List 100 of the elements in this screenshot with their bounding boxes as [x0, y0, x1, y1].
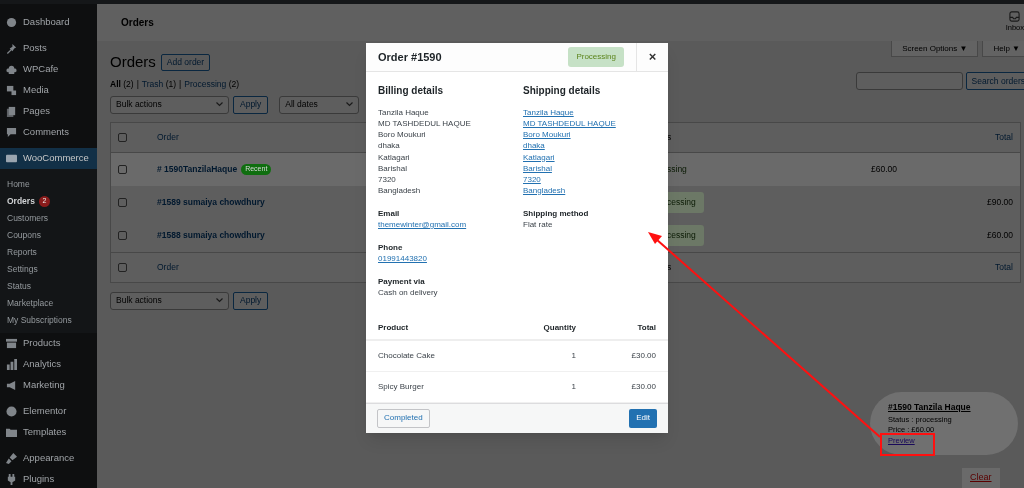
paintbrush-icon: [6, 453, 17, 464]
status-text: ssing: [667, 162, 687, 176]
address-line: 7320: [378, 173, 396, 185]
field-link[interactable]: 01991443820: [378, 252, 427, 264]
sidebar-item[interactable]: Elementor: [0, 401, 97, 422]
sidebar-item[interactable]: Pages: [0, 101, 97, 122]
submenu-item[interactable]: Orders: [7, 195, 35, 208]
total-text: £60.00: [987, 228, 1013, 242]
inbox-icon[interactable]: [1009, 11, 1021, 23]
submenu-item[interactable]: Status: [7, 280, 32, 293]
filter-link[interactable]: Processing (2): [184, 78, 240, 91]
table-cell: 1: [571, 349, 576, 362]
sidebar-item[interactable]: Media: [0, 80, 97, 101]
chevron-down-icon: [216, 102, 223, 108]
chevron-down-icon: [216, 298, 223, 304]
filter-link[interactable]: All (2): [110, 78, 134, 91]
date-filter-dropdown[interactable]: All dates: [279, 95, 360, 114]
table-cell-text: Chocolate Cake: [378, 349, 436, 362]
field-label: Shipping method: [523, 207, 589, 219]
page-heading: Orders: [110, 51, 156, 72]
submenu-item[interactable]: Home: [7, 178, 30, 191]
table-cell: £30.00: [631, 349, 656, 362]
sidebar-item[interactable]: Products: [0, 333, 97, 354]
status-badge: Processing: [568, 47, 624, 68]
close-button[interactable]: ×: [636, 43, 668, 72]
address-link[interactable]: Tanzila Haque: [523, 107, 574, 119]
archive-box-icon: [6, 338, 17, 349]
submenu-item[interactable]: Customers: [7, 212, 49, 225]
sidebar-item[interactable]: Templates: [0, 422, 97, 443]
address-link[interactable]: Katlagari: [523, 151, 555, 163]
address-line: Boro Moukuri: [378, 129, 426, 141]
address-link[interactable]: 7320: [523, 173, 541, 185]
checkbox[interactable]: [118, 262, 127, 272]
address-link[interactable]: MD TASHDEDUL HAQUE: [523, 118, 616, 130]
address-line: dhaka: [378, 140, 400, 152]
submenu-item[interactable]: Coupons: [7, 229, 42, 242]
sidebar-item[interactable]: Marketing: [0, 375, 97, 396]
bulk-actions-dropdown[interactable]: Bulk actions: [110, 291, 229, 310]
edit-button[interactable]: Edit: [629, 408, 657, 428]
field-value: Cash on delivery: [378, 286, 438, 298]
total-text: £90.00: [987, 195, 1013, 209]
section-heading: Billing details: [378, 84, 444, 99]
table-row[interactable]: cessing £90.00: [667, 185, 1020, 219]
sidebar-item[interactable]: Analytics: [0, 354, 97, 375]
address-link[interactable]: dhaka: [523, 140, 545, 152]
checkbox[interactable]: [118, 164, 127, 174]
address-line: Bangladesh: [378, 184, 421, 196]
field-label: Phone: [378, 241, 403, 253]
bulk-actions-dropdown[interactable]: Bulk actions: [110, 95, 229, 114]
sidebar-item[interactable]: Plugins: [0, 469, 97, 488]
sidebar-item[interactable]: WPCafe: [0, 59, 97, 80]
search-field[interactable]: [855, 72, 963, 90]
column-header: Total: [637, 322, 656, 335]
field-link[interactable]: themewinter@gmail.com: [378, 218, 467, 230]
screen-tab[interactable]: Screen Options ▼: [891, 41, 979, 57]
filter-link[interactable]: Trash (1): [141, 78, 176, 91]
column-header: Product: [378, 322, 410, 335]
checkbox[interactable]: [118, 132, 127, 142]
megaphone-icon: [6, 380, 17, 391]
address-link[interactable]: Barishal: [523, 162, 552, 174]
order-link[interactable]: #1590 Tanzila Haque: [888, 401, 971, 414]
address-line: Katlagari: [378, 151, 410, 163]
status-pill: cessing: [667, 191, 704, 213]
sidebar-item[interactable]: Posts: [0, 38, 97, 59]
screen-tab[interactable]: Help ▼: [982, 41, 1024, 57]
sidebar-item[interactable]: Appearance: [0, 448, 97, 469]
speech-bubble-icon: [6, 127, 17, 138]
submenu-item[interactable]: Reports: [7, 246, 37, 259]
address-line: MD TASHDEDUL HAQUE: [378, 118, 471, 130]
table-row[interactable]: cessing £60.00: [667, 218, 1020, 252]
submenu-item[interactable]: My Subscriptions: [7, 314, 72, 327]
sidebar-item[interactable]: WooCommerce: [0, 148, 97, 169]
sidebar-item[interactable]: Comments: [0, 122, 97, 143]
table-cell-text: Spicy Burger: [378, 380, 425, 393]
column-header: Quantity: [543, 322, 576, 335]
bar-chart-icon: [6, 359, 17, 370]
submenu-item[interactable]: Marketplace: [7, 297, 54, 310]
completed-button[interactable]: Completed: [377, 408, 430, 428]
table-row[interactable]: ssing £60.00: [667, 152, 1020, 186]
pushpin-icon: [6, 43, 17, 54]
field-label: Payment via: [378, 275, 425, 287]
address-link[interactable]: Bangladesh: [523, 184, 566, 196]
sidebar-item[interactable]: Dashboard: [0, 12, 97, 33]
address-line: Tanzila Haque: [378, 107, 429, 119]
submenu-item[interactable]: Settings: [7, 263, 38, 276]
status-pill: cessing: [667, 224, 704, 246]
address-link[interactable]: Boro Moukuri: [523, 129, 571, 141]
page-title: Orders: [121, 16, 154, 30]
field-label: Email: [378, 207, 400, 219]
modal-title: Order #1590: [377, 49, 443, 65]
order-link[interactable]: # 1590TanzilaHaque: [157, 162, 238, 176]
checkbox[interactable]: [118, 197, 127, 207]
field-value: Flat rate: [523, 218, 553, 230]
price-text: £60.00: [871, 162, 897, 176]
chef-hat-icon: [6, 64, 17, 75]
folder-icon: [6, 427, 17, 438]
separator-text: |: [179, 78, 182, 91]
circle-icon: [6, 406, 17, 417]
media-icon: [6, 85, 17, 96]
checkbox[interactable]: [118, 230, 127, 240]
